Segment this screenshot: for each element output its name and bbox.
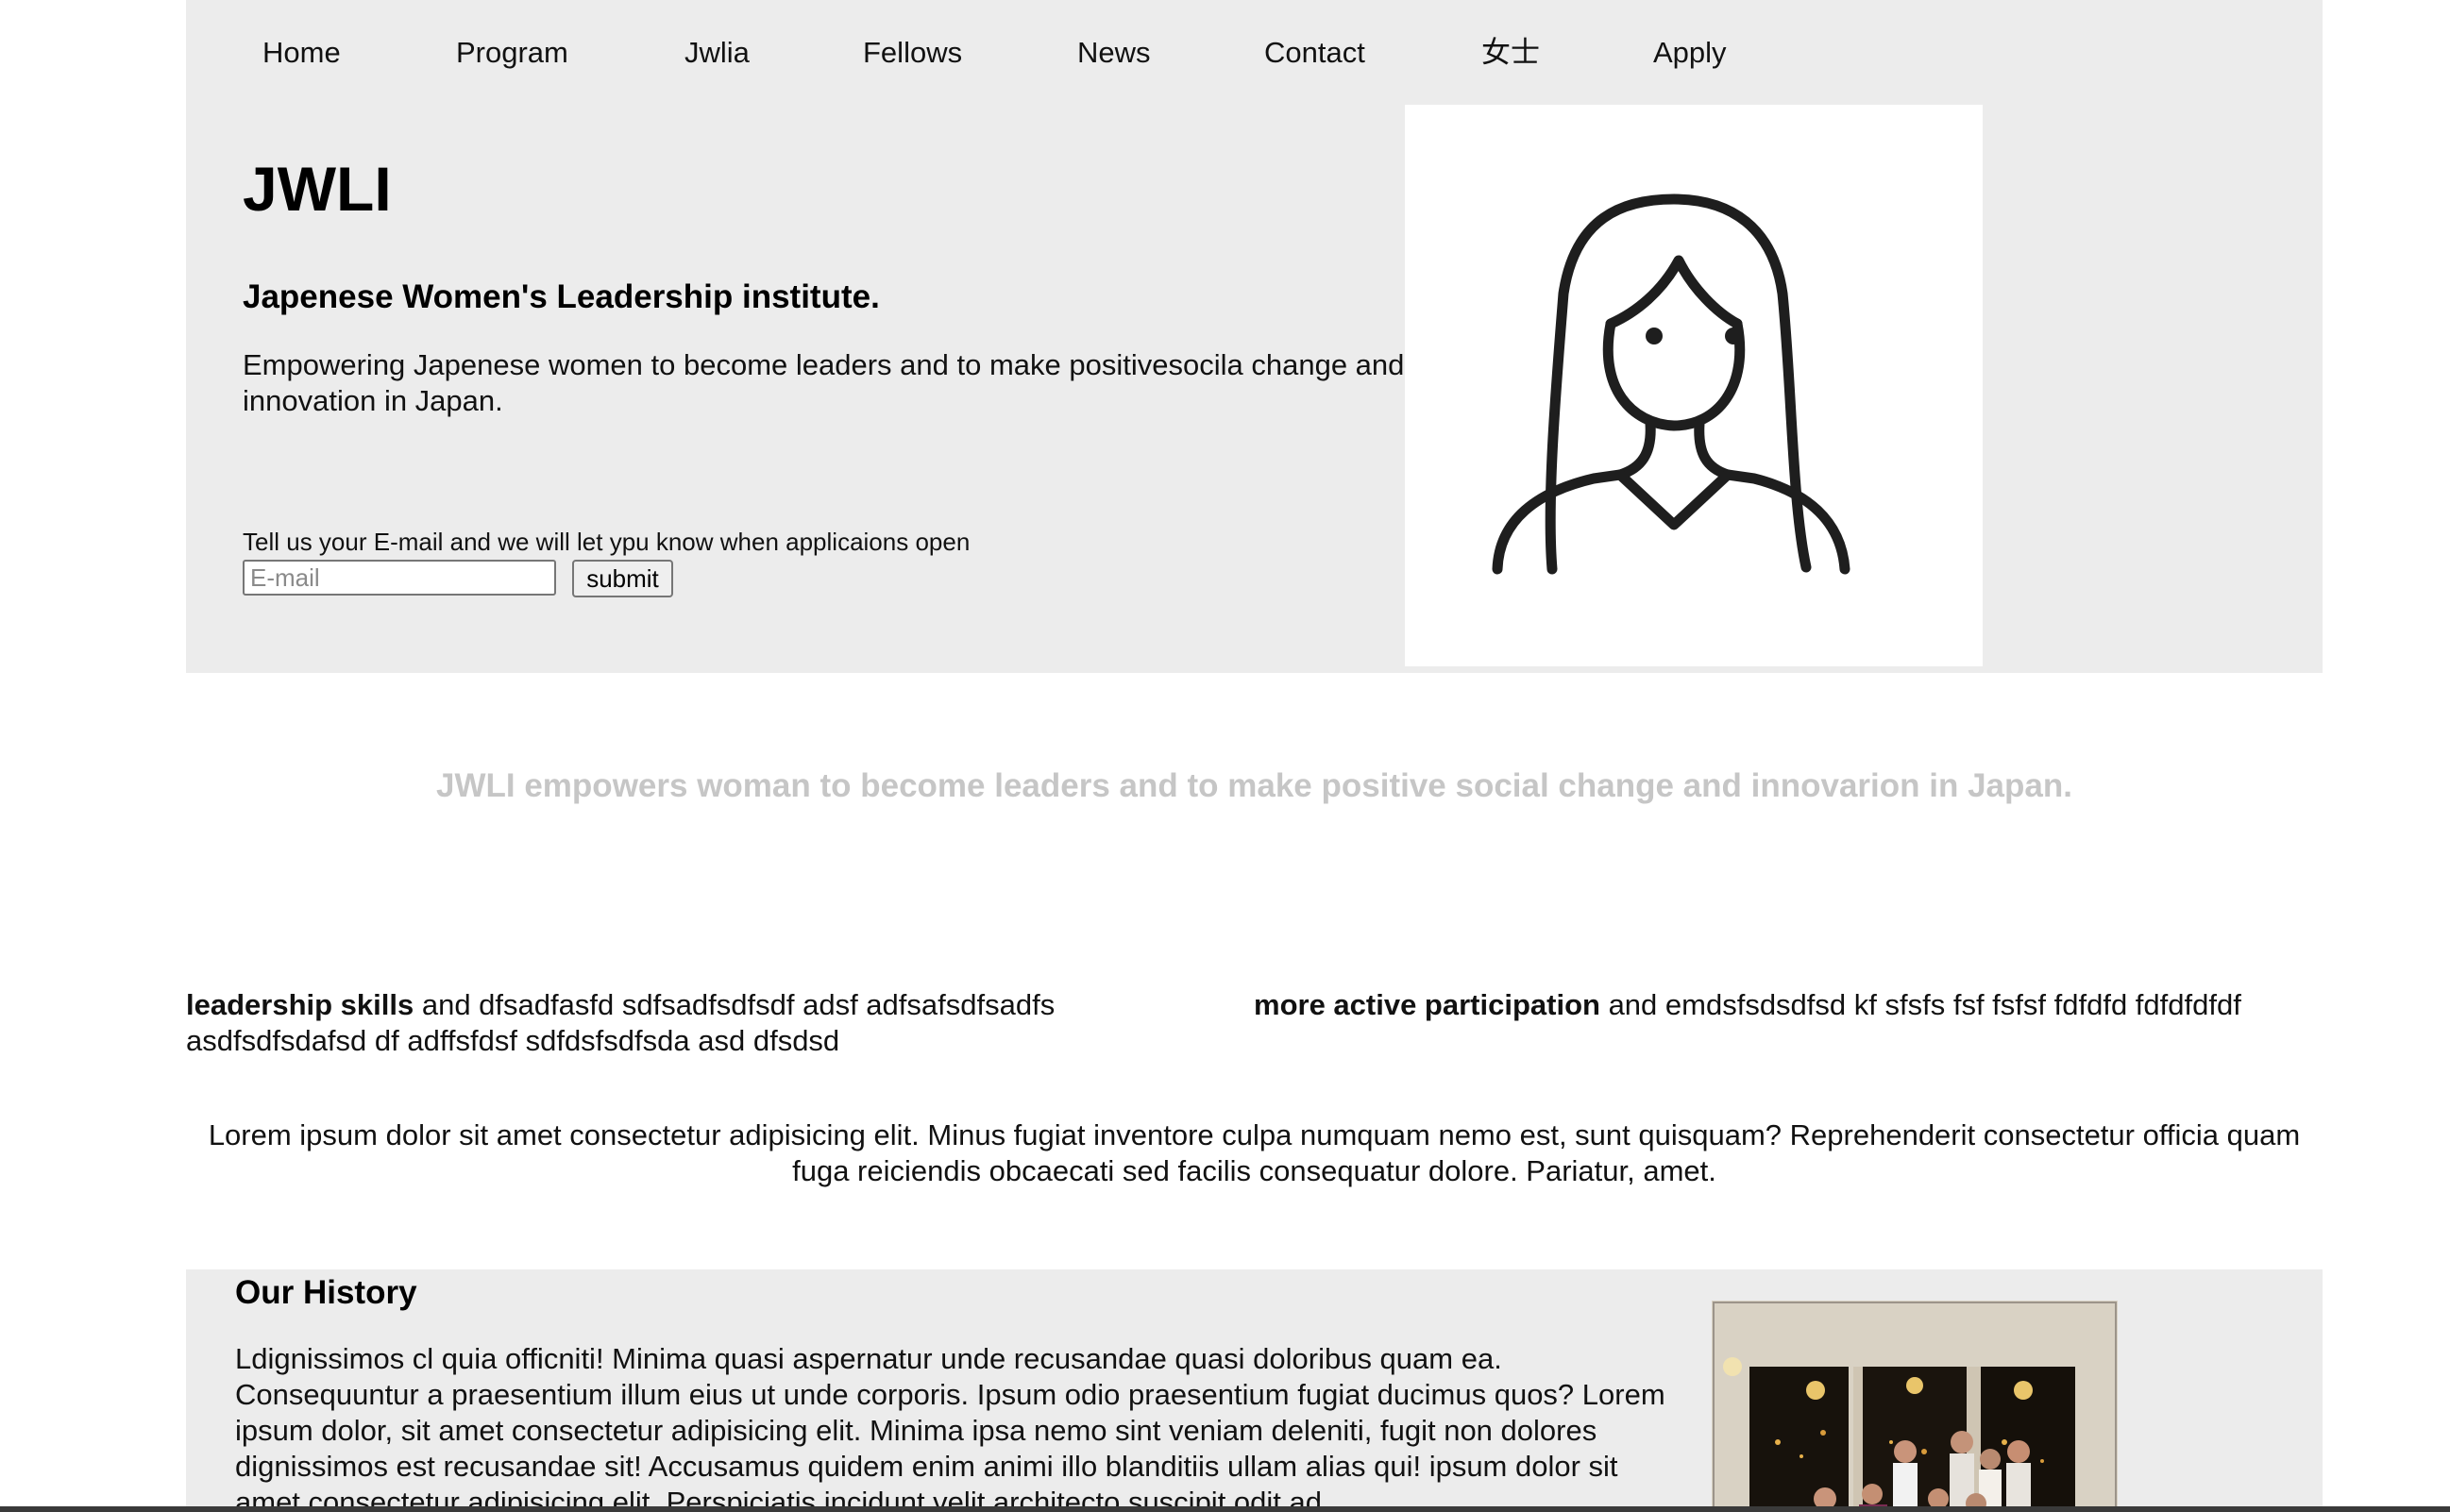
nav-contact[interactable]: Contact (1264, 32, 1365, 74)
bottom-scrollbar[interactable] (0, 1506, 2450, 1512)
hero-subtitle: Japenese Women's Leadership institute. (243, 278, 880, 315)
hero-title: JWLI (243, 154, 392, 224)
feature-leadership: leadership skills and dfsadfasfd sdfsadf… (186, 987, 1196, 1059)
nav-apply[interactable]: Apply (1653, 32, 1727, 74)
nav-language[interactable]: 女士 (1481, 32, 1540, 74)
tagline: JWLI empowers woman to become leaders an… (436, 767, 2072, 804)
feature-title: more active participation (1254, 988, 1600, 1021)
submit-button[interactable]: submit (572, 560, 673, 597)
history-text: Ldignissimos cl quia officniti! Minima q… (235, 1342, 1665, 1512)
hero-description: Empowering Japenese women to become lead… (243, 348, 1405, 417)
feature-title: leadership skills (186, 988, 414, 1021)
group-photo (1712, 1301, 2118, 1512)
nav-home[interactable]: Home (262, 32, 341, 74)
page: Home Program Jwlia Fellows News Contact … (0, 0, 2450, 1512)
email-input[interactable] (243, 560, 556, 596)
history-section: Our History Ldignissimos cl quia officni… (186, 1269, 2323, 1512)
feature-participation: more active participation and emdsfsdsdf… (1254, 987, 2330, 1023)
woman-avatar-icon (1492, 193, 1850, 575)
nav-fellows[interactable]: Fellows (863, 32, 962, 74)
intro-paragraph: Lorem ipsum dolor sit amet consectetur a… (208, 1118, 2301, 1187)
nav-program[interactable]: Program (456, 32, 568, 74)
avatar-card (1405, 105, 1983, 666)
hero-section: Home Program Jwlia Fellows News Contact … (186, 0, 2323, 673)
main-nav: Home Program Jwlia Fellows News Contact … (186, 32, 1980, 79)
signup-prompt: Tell us your E-mail and we will let ypu … (243, 528, 971, 556)
feature-text: and emdsfsdsdfsd kf sfsfs fsf fsfsf fdfd… (1599, 988, 2241, 1021)
nav-news[interactable]: News (1077, 32, 1151, 74)
history-title: Our History (235, 1274, 417, 1311)
nav-jwlia[interactable]: Jwlia (684, 32, 750, 74)
